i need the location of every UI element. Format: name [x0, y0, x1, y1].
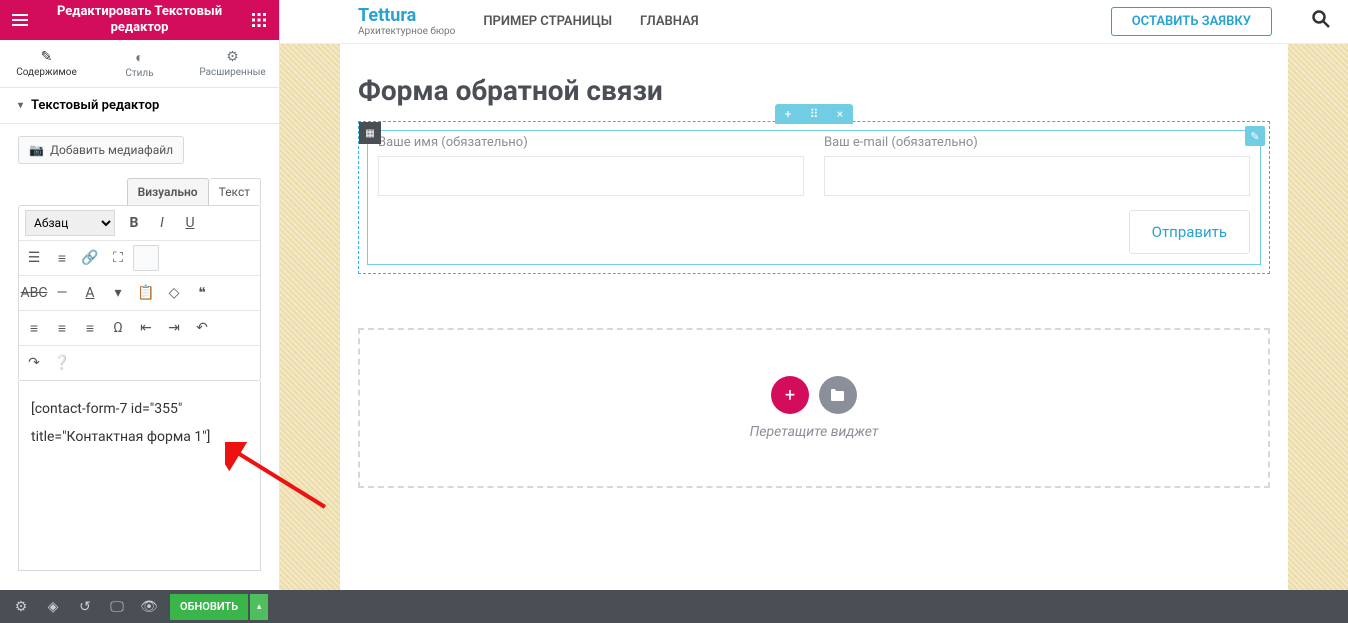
name-label: Ваше имя (обязательно) — [378, 135, 804, 150]
update-options-button[interactable]: ▴ — [250, 594, 268, 620]
add-template-button[interactable] — [819, 376, 857, 414]
text-color-button[interactable]: A — [77, 280, 103, 306]
add-media-button[interactable]: 📷 Добавить медиафайл — [18, 136, 184, 164]
editor-line: [contact-form-7 id="355" — [31, 395, 248, 423]
wysiwyg-toolbar: Абзац B I U ☰ ≡ 🔗 ⛶ ABC — A ▾ 📋 — [18, 205, 261, 381]
nav-sample-page[interactable]: ПРИМЕР СТРАНИЦЫ — [483, 14, 612, 29]
submit-button[interactable]: Отправить — [1129, 210, 1250, 254]
editor-footer: ⚙ ◈ ↺ 🖵 👁 ОБНОВИТЬ ▴ — [0, 590, 1348, 623]
settings-icon[interactable]: ⚙ — [6, 593, 36, 621]
section-title-label: Текстовый редактор — [31, 98, 159, 113]
quote-button[interactable]: ❝ — [189, 280, 215, 306]
name-input[interactable] — [378, 156, 804, 196]
indent-button[interactable]: ⇥ — [161, 315, 187, 341]
tab-visual[interactable]: Визуально — [127, 178, 209, 205]
bullet-list-button[interactable]: ☰ — [21, 245, 47, 271]
hamburger-icon[interactable] — [8, 8, 32, 32]
navigator-icon[interactable]: ◈ — [38, 593, 68, 621]
drop-widget-area[interactable]: + Перетащите виджет — [358, 328, 1270, 488]
contrast-icon: ◐ — [135, 49, 143, 66]
update-button[interactable]: ОБНОВИТЬ — [170, 594, 248, 620]
strikethrough-button[interactable]: ABC — [21, 280, 47, 306]
add-media-label: Добавить медиафайл — [50, 143, 173, 157]
number-list-button[interactable]: ≡ — [49, 245, 75, 271]
section-text-editor[interactable]: ▾ Текстовый редактор — [0, 88, 279, 124]
paste-text-button[interactable]: 📋 — [133, 280, 159, 306]
site-logo[interactable]: Tettura Архитектурное бюро — [358, 7, 455, 37]
clear-format-button[interactable]: ◇ — [161, 280, 187, 306]
help-button[interactable]: ❔ — [49, 350, 75, 376]
tab-content[interactable]: ✎Содержимое — [0, 40, 93, 87]
bold-button[interactable]: B — [121, 210, 147, 236]
caret-down-icon: ▾ — [18, 100, 23, 111]
tab-style[interactable]: ◐Стиль — [93, 40, 186, 87]
link-button[interactable]: 🔗 — [77, 245, 103, 271]
italic-button[interactable]: I — [149, 210, 175, 236]
special-char-button[interactable]: Ω — [105, 315, 131, 341]
email-label: Ваш e-mail (обязательно) — [824, 135, 1250, 150]
email-input[interactable] — [824, 156, 1250, 196]
format-select[interactable]: Абзац — [25, 210, 115, 236]
pencil-icon: ✎ — [41, 49, 53, 65]
align-center-button[interactable]: ≡ — [49, 315, 75, 341]
tab-text[interactable]: Текст — [209, 178, 261, 205]
apps-grid-icon[interactable] — [247, 8, 271, 32]
search-icon[interactable] — [1312, 10, 1330, 33]
edit-widget-icon[interactable]: ✎ — [1245, 126, 1265, 146]
align-left-button[interactable]: ≡ — [21, 315, 47, 341]
gear-icon: ⚙ — [226, 49, 239, 65]
page-title: Форма обратной связи — [358, 74, 1270, 107]
align-right-button[interactable]: ≡ — [77, 315, 103, 341]
history-icon[interactable]: ↺ — [70, 593, 100, 621]
outdent-button[interactable]: ⇤ — [133, 315, 159, 341]
camera-icon: 📷 — [29, 143, 44, 157]
cta-button[interactable]: ОСТАВИТЬ ЗАЯВКУ — [1111, 7, 1272, 36]
close-section-icon[interactable]: × — [827, 107, 853, 121]
undo-button[interactable]: ↶ — [189, 315, 215, 341]
preview-icon[interactable]: 👁 — [134, 593, 164, 621]
nav-home[interactable]: ГЛАВНАЯ — [640, 14, 699, 29]
editor-textarea[interactable]: [contact-form-7 id="355" title="Контактн… — [18, 381, 261, 571]
responsive-icon[interactable]: 🖵 — [102, 593, 132, 621]
editor-line: title="Контактная форма 1"] — [31, 423, 248, 451]
redo-button[interactable]: ↷ — [21, 350, 47, 376]
drop-hint: Перетащите виджет — [750, 424, 879, 440]
preview-canvas: Tettura Архитектурное бюро ПРИМЕР СТРАНИ… — [280, 0, 1348, 590]
fullscreen-button[interactable]: ⛶ — [105, 245, 131, 271]
section-controls: + ⠿ × — [775, 104, 853, 124]
logo-tagline: Архитектурное бюро — [358, 27, 455, 37]
editor-sidebar: Редактировать Текстовый редактор ✎Содерж… — [0, 0, 280, 590]
sidebar-title: Редактировать Текстовый редактор — [32, 4, 247, 35]
form-section-widget[interactable]: + ⠿ × ▦ ✎ Ваше имя (обязательно) Ваш e-m… — [358, 121, 1270, 274]
color-box-button[interactable] — [133, 245, 159, 271]
hr-button[interactable]: — — [49, 280, 75, 306]
add-section-icon[interactable]: + — [775, 107, 801, 121]
drag-section-icon[interactable]: ⠿ — [801, 107, 827, 121]
wysiwyg-mode-tabs: Визуально Текст — [18, 178, 261, 205]
panel-tabs: ✎Содержимое ◐Стиль ⚙Расширенные — [0, 40, 279, 88]
add-widget-button[interactable]: + — [771, 376, 809, 414]
tab-advanced[interactable]: ⚙Расширенные — [186, 40, 279, 87]
logo-text: Tettura — [358, 7, 455, 25]
column-handle-icon[interactable]: ▦ — [359, 122, 381, 144]
site-header: Tettura Архитектурное бюро ПРИМЕР СТРАНИ… — [280, 0, 1348, 44]
text-color-caret[interactable]: ▾ — [105, 280, 131, 306]
underline-button[interactable]: U — [177, 210, 203, 236]
sidebar-header: Редактировать Текстовый редактор — [0, 0, 279, 40]
